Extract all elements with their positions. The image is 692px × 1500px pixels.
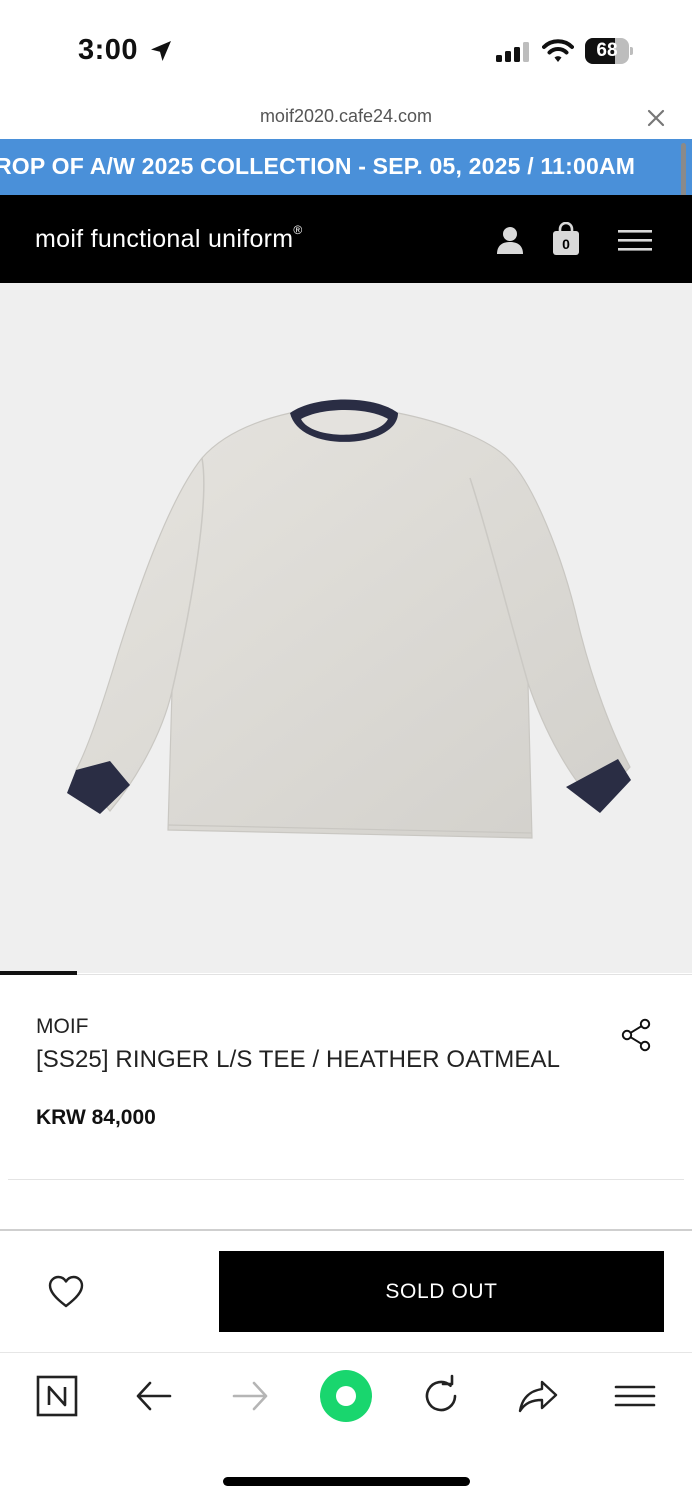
url-bar[interactable]: moif2020.cafe24.com (0, 100, 692, 138)
gallery-divider (0, 974, 692, 975)
site-header: moif functional uniform® 0 (0, 195, 692, 283)
heart-icon[interactable] (48, 1275, 84, 1309)
product-title: [SS25] RINGER L/S TEE / HEATHER OATMEAL (36, 1046, 561, 1073)
back-arrow-icon[interactable] (132, 1374, 176, 1418)
close-icon[interactable] (646, 108, 666, 128)
site-logo[interactable]: moif functional uniform® (35, 222, 303, 254)
product-photo (67, 399, 631, 839)
wifi-icon (542, 39, 574, 62)
logo-text: moif functional uniform (35, 225, 294, 253)
location-arrow-icon (151, 41, 171, 61)
info-divider (8, 1179, 684, 1180)
hamburger-menu-icon[interactable] (618, 229, 652, 251)
status-time: 3:00 (78, 34, 139, 66)
sold-out-button[interactable]: SOLD OUT (219, 1251, 664, 1332)
battery-indicator: 68 (585, 38, 633, 64)
cell-signal-icon (496, 42, 529, 62)
announcement-banner[interactable]: ROP OF A/W 2025 COLLECTION - SEP. 05, 20… (0, 139, 692, 195)
status-bar: 3:00 68 (0, 0, 692, 100)
logo-registered-mark: ® (293, 222, 303, 237)
gallery-position-indicator (0, 971, 77, 975)
naver-n-icon[interactable] (35, 1374, 79, 1418)
share-out-icon[interactable] (516, 1374, 560, 1418)
user-icon[interactable] (496, 226, 524, 254)
battery-level: 68 (596, 40, 618, 61)
product-brand[interactable]: MOIF (36, 1015, 89, 1039)
product-price: KRW 84,000 (36, 1106, 156, 1129)
share-icon[interactable] (620, 1018, 652, 1052)
shopping-bag-icon[interactable]: 0 (552, 221, 580, 256)
cart-count: 0 (562, 236, 570, 252)
home-indicator[interactable] (223, 1477, 470, 1486)
product-image[interactable] (0, 283, 692, 973)
reload-icon[interactable] (419, 1374, 463, 1418)
green-circle-icon[interactable] (320, 1370, 372, 1422)
banner-text: ROP OF A/W 2025 COLLECTION - SEP. 05, 20… (0, 153, 636, 179)
url-text[interactable]: moif2020.cafe24.com (0, 106, 692, 127)
browser-menu-icon[interactable] (613, 1374, 657, 1418)
forward-arrow-icon[interactable] (228, 1374, 272, 1418)
purchase-bar-divider (0, 1229, 692, 1231)
